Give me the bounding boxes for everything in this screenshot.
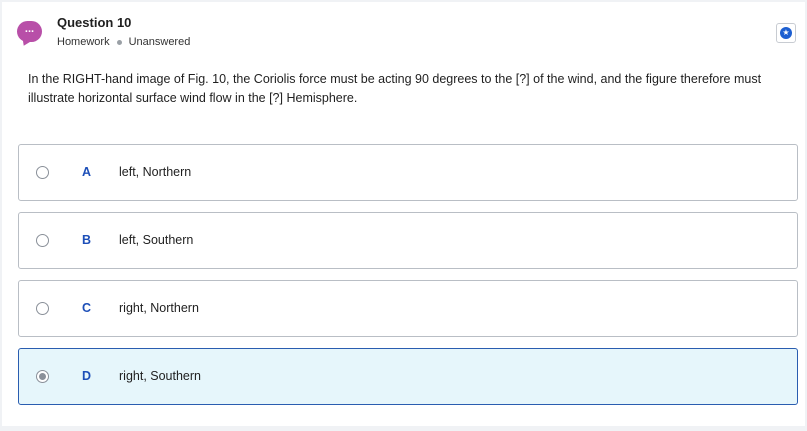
choice-a[interactable]: A left, Northern — [18, 144, 798, 201]
question-chat-icon: ... — [17, 21, 42, 42]
radio-b[interactable] — [36, 234, 49, 247]
choice-letter: A — [82, 165, 92, 179]
radio-d[interactable] — [36, 370, 49, 383]
separator-dot — [116, 39, 122, 45]
choice-text: left, Northern — [119, 165, 192, 179]
choice-text: left, Southern — [119, 233, 194, 247]
choice-b[interactable]: B left, Southern — [18, 212, 798, 269]
choice-letter: B — [82, 233, 92, 247]
choice-text: right, Northern — [119, 301, 199, 315]
star-icon: ★ — [780, 27, 792, 39]
question-category: Homework — [57, 36, 110, 48]
bookmark-button[interactable]: ★ — [776, 23, 796, 43]
radio-a[interactable] — [36, 166, 49, 179]
choice-d[interactable]: D right, Southern — [18, 348, 798, 405]
question-prompt: In the RIGHT-hand image of Fig. 10, the … — [28, 72, 762, 105]
question-title: Question 10 — [57, 15, 132, 30]
question-card: ... Question 10 Homework Unanswered ★ In… — [2, 2, 805, 426]
choice-text: right, Southern — [119, 369, 201, 383]
choice-c[interactable]: C right, Northern — [18, 280, 798, 337]
radio-c[interactable] — [36, 302, 49, 315]
choice-letter: D — [82, 369, 92, 383]
question-status: Unanswered — [128, 36, 191, 48]
question-meta: Homework Unanswered — [57, 36, 190, 48]
choice-letter: C — [82, 301, 92, 315]
